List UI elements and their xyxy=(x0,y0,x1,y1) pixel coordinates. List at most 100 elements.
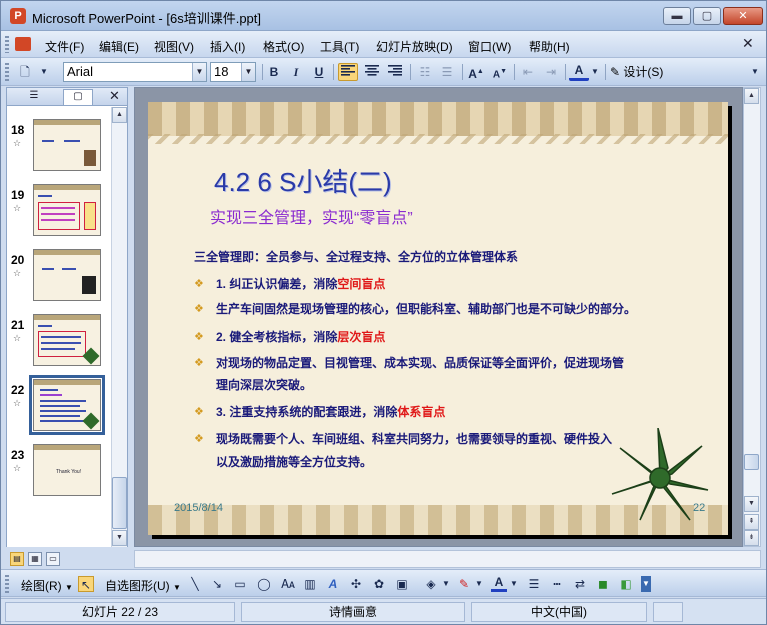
chevron-down-icon[interactable]: ▼ xyxy=(241,63,255,81)
tab-outline[interactable]: ☰ xyxy=(19,89,49,105)
slide-thumbnail-18[interactable]: 18 ☆ xyxy=(7,113,111,173)
oval-tool-icon[interactable]: ◯ xyxy=(256,576,272,592)
scroll-thumb[interactable] xyxy=(112,477,127,529)
rectangle-tool-icon[interactable]: ▭ xyxy=(232,576,248,592)
slide-thumbnail-19[interactable]: 19 ☆ xyxy=(7,178,111,238)
menu-help[interactable]: 帮助(H) xyxy=(529,38,570,55)
toolbar-options-icon[interactable]: ▼ xyxy=(39,63,49,81)
slide-subtitle[interactable]: 实现三全管理，实现“零盲点” xyxy=(210,204,413,228)
slideshow-view-button[interactable]: ▭ xyxy=(46,552,60,566)
scroll-down-button[interactable]: ▼ xyxy=(744,496,759,512)
slide-thumbnail-21[interactable]: 21 ☆ xyxy=(7,308,111,368)
slide-thumbnail-20[interactable]: 20 ☆ xyxy=(7,243,111,303)
line-tool-icon[interactable]: ╲ xyxy=(187,576,203,592)
menubar-grip-handle[interactable] xyxy=(5,36,9,53)
drawing-toolbar: 绘图(R) ▼ ↖ 自选图形(U) ▼ ╲ ↘ ▭ ◯ 🗛 ▥ A ✣ ✿ ▣ … xyxy=(1,569,766,597)
new-document-icon[interactable]: 🗋 xyxy=(15,63,35,81)
slide-lead-text[interactable]: 三全管理即：全员参与、全过程支持、全方位的立体管理体系 xyxy=(194,248,518,265)
menu-slideshow[interactable]: 幻灯片放映(D) xyxy=(376,38,453,55)
horizontal-scrollbar[interactable] xyxy=(134,550,761,568)
increase-font-size-icon[interactable]: A▲ xyxy=(466,63,486,81)
underline-button[interactable]: U xyxy=(309,63,329,81)
previous-slide-button[interactable]: ⇞ xyxy=(744,514,759,530)
arrow-style-icon[interactable]: ⇄ xyxy=(572,576,588,592)
transition-star-icon: ☆ xyxy=(13,268,22,278)
thumb-text-line xyxy=(41,213,75,215)
vertical-textbox-icon[interactable]: ▥ xyxy=(302,576,318,592)
dash-style-icon[interactable]: ┅ xyxy=(549,576,565,592)
3d-style-icon[interactable]: ◧ xyxy=(618,576,634,592)
slide-number: 19 xyxy=(11,188,25,202)
font-color-icon[interactable]: A xyxy=(491,576,507,592)
next-slide-button[interactable]: ⇟ xyxy=(744,530,759,546)
menu-format[interactable]: 格式(O) xyxy=(263,38,304,55)
wordart-icon[interactable]: A xyxy=(325,576,341,592)
tab-slides[interactable]: ▢ xyxy=(63,89,93,105)
slide-thumbnail-23[interactable]: 23 ☆ Thank You! xyxy=(7,438,111,498)
slide-thumbnail-22[interactable]: 22 ☆ xyxy=(7,373,111,435)
clipart-icon[interactable]: ✿ xyxy=(371,576,387,592)
design-button[interactable]: ✎ 设计(S) xyxy=(610,63,663,80)
design-button-label: 设计(S) xyxy=(623,65,664,79)
chevron-down-icon[interactable]: ▼ xyxy=(509,576,519,592)
font-name-select[interactable]: Arial ▼ xyxy=(63,62,207,82)
thumbnails-scrollbar[interactable]: ▲ ▼ xyxy=(111,107,127,547)
bullets-icon[interactable]: ☰ xyxy=(437,63,457,81)
chevron-down-icon[interactable]: ▼ xyxy=(192,63,206,81)
font-color-icon[interactable]: A xyxy=(569,63,589,81)
line-color-icon[interactable]: ✎ xyxy=(456,576,472,592)
chevron-down-icon[interactable]: ▼ xyxy=(441,576,451,592)
minimize-button[interactable]: ▬ xyxy=(663,7,691,25)
document-menu-icon[interactable] xyxy=(15,37,31,51)
toolbar-options-icon[interactable]: ▼ xyxy=(641,576,651,592)
menu-view[interactable]: 视图(V) xyxy=(154,38,194,55)
arrow-tool-icon[interactable]: ↘ xyxy=(209,576,225,592)
toolbar-options-icon[interactable]: ▼ xyxy=(749,63,761,81)
close-pane-button[interactable]: ✕ xyxy=(109,88,120,104)
thumb-text-line xyxy=(40,405,80,407)
maximize-button[interactable]: ▢ xyxy=(693,7,721,25)
align-right-button[interactable] xyxy=(385,63,405,81)
close-document-button[interactable]: ✕ xyxy=(742,35,754,52)
italic-button[interactable]: I xyxy=(286,63,306,81)
menu-tools[interactable]: 工具(T) xyxy=(320,38,359,55)
decrease-indent-icon[interactable]: ⇤ xyxy=(518,63,538,81)
autoshapes-menu-button[interactable]: 自选图形(U) ▼ xyxy=(105,577,181,594)
font-size-select[interactable]: 18 ▼ xyxy=(210,62,256,82)
shadow-style-icon[interactable]: ◼ xyxy=(595,576,611,592)
draw-menu-button[interactable]: 绘图(R) ▼ xyxy=(21,577,73,594)
fill-color-icon[interactable]: ◈ xyxy=(423,576,439,592)
line-style-icon[interactable]: ☰ xyxy=(526,576,542,592)
thumb-figure xyxy=(84,150,96,166)
slide-number: 23 xyxy=(11,448,25,462)
decrease-font-size-icon[interactable]: A▼ xyxy=(490,63,510,81)
align-left-button[interactable] xyxy=(338,63,358,81)
drawbar-grip-handle[interactable] xyxy=(5,575,9,593)
menu-insert[interactable]: 插入(I) xyxy=(210,38,245,55)
chevron-down-icon[interactable]: ▼ xyxy=(474,576,484,592)
slide-title[interactable]: 4.2 6 S小结(二) xyxy=(214,162,392,199)
chevron-down-icon[interactable]: ▼ xyxy=(590,63,600,81)
close-window-button[interactable]: ✕ xyxy=(723,7,763,25)
select-objects-arrow-icon[interactable]: ↖ xyxy=(78,576,94,592)
scroll-down-button[interactable]: ▼ xyxy=(112,530,127,546)
current-slide[interactable]: 4.2 6 S小结(二) 实现三全管理，实现“零盲点” 三全管理即：全员参与、全… xyxy=(148,102,728,535)
scroll-up-button[interactable]: ▲ xyxy=(112,107,127,123)
scroll-thumb[interactable] xyxy=(744,454,759,470)
menu-file[interactable]: 文件(F) xyxy=(45,38,84,55)
textbox-tool-icon[interactable]: 🗛 xyxy=(280,576,296,592)
increase-indent-icon[interactable]: ⇥ xyxy=(541,63,561,81)
diagram-icon[interactable]: ✣ xyxy=(348,576,364,592)
insert-picture-icon[interactable]: ▣ xyxy=(394,576,410,592)
bold-button[interactable]: B xyxy=(264,63,284,81)
normal-view-button[interactable]: ▤ xyxy=(10,552,24,566)
toolbar-grip-handle[interactable] xyxy=(5,63,9,81)
powerpoint-app-icon[interactable]: P xyxy=(10,8,26,24)
numbering-icon[interactable]: ☷ xyxy=(415,63,435,81)
menu-edit[interactable]: 编辑(E) xyxy=(99,38,139,55)
slide-sorter-view-button[interactable]: ▦ xyxy=(28,552,42,566)
slide-scrollbar[interactable]: ▲ ▼ ⇞ ⇟ xyxy=(743,87,761,547)
menu-window[interactable]: 窗口(W) xyxy=(468,38,511,55)
align-center-button[interactable] xyxy=(362,63,382,81)
scroll-up-button[interactable]: ▲ xyxy=(744,88,759,104)
